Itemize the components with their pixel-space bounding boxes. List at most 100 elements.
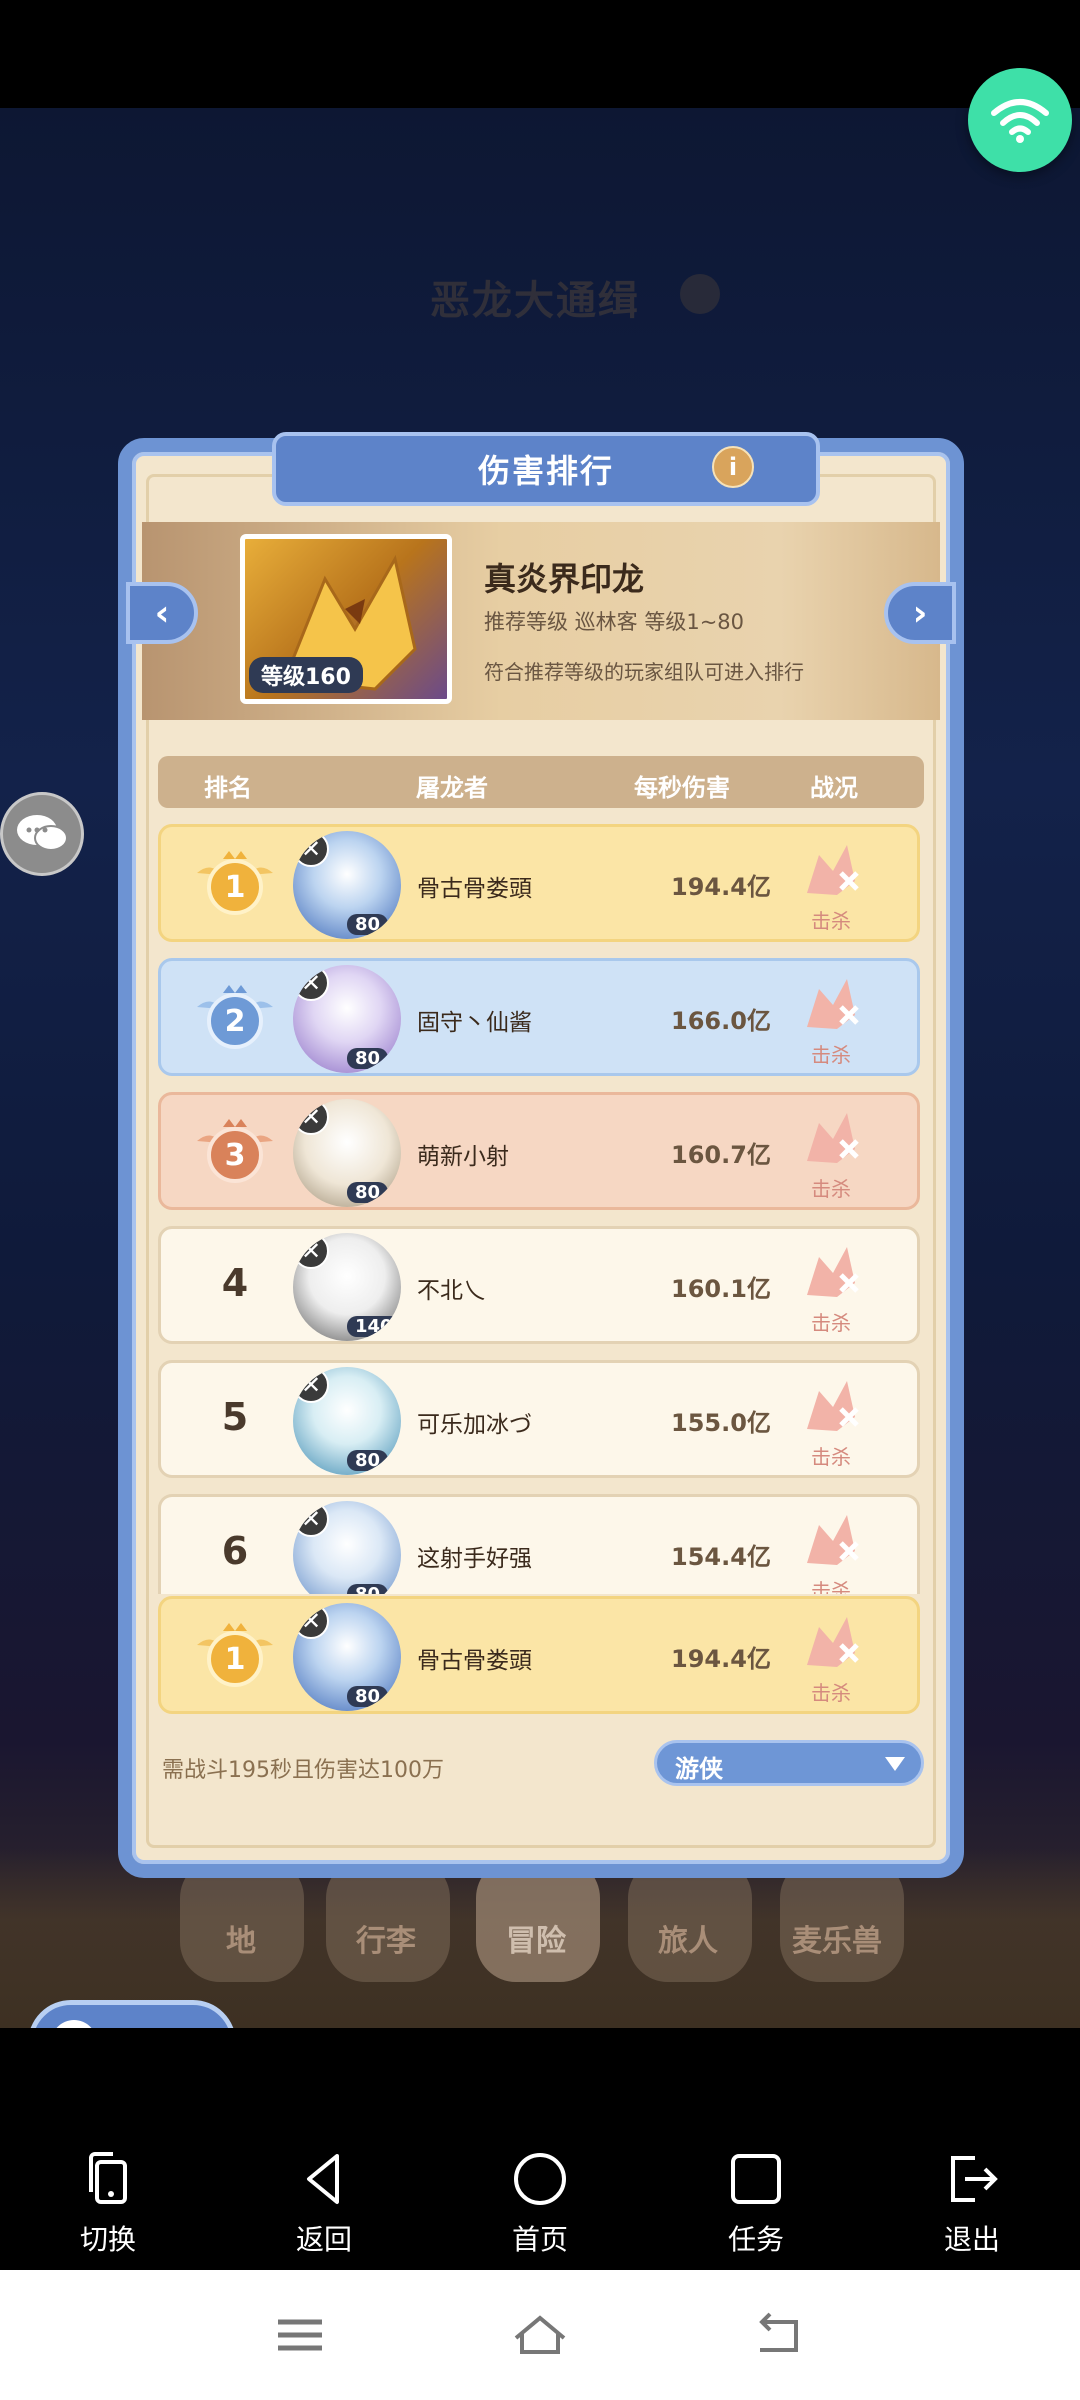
background-title-badge: [680, 274, 720, 314]
player-name: 萌新小射: [417, 1144, 509, 1170]
avatar[interactable]: ✕ 80: [293, 1603, 401, 1711]
rank-number: 5: [221, 1395, 249, 1439]
bronze-medal-icon: 3: [197, 1119, 273, 1183]
dragon-kill-icon: [807, 1381, 859, 1431]
col-dps: 每秒伤害: [634, 774, 730, 802]
class-icon: ✕: [293, 1603, 329, 1639]
kill-label: 击杀: [811, 1311, 851, 1335]
info-icon[interactable]: i: [712, 446, 754, 488]
silver-medal-icon: 2: [197, 985, 273, 1049]
gold-medal-icon: 1: [197, 851, 273, 915]
class-select-value: 游侠: [675, 1755, 723, 1783]
col-rank: 排名: [204, 774, 252, 802]
menu-adventure-label: 冒险: [506, 1924, 566, 1959]
exit-icon: [951, 2156, 998, 2202]
toolbar-back[interactable]: 返回: [254, 2152, 394, 2258]
class-icon: ✕: [293, 965, 329, 1001]
dragon-kill-icon: [807, 845, 859, 895]
class-icon: ✕: [293, 831, 329, 867]
boss-portrait: 等级160: [240, 534, 452, 704]
kill-label: 击杀: [811, 909, 851, 933]
kill-label: 击杀: [811, 1681, 851, 1705]
prev-boss-button[interactable]: ‹: [126, 582, 198, 644]
kill-status: 击杀: [797, 837, 877, 937]
toolbar-switch-label: 切换: [79, 2223, 136, 2256]
ranking-row[interactable]: 4 ✕ 140 不北乀 160.1亿 击杀: [158, 1226, 920, 1344]
ranking-row[interactable]: 2 ✕ 80 固守丶仙酱 166.0亿 击杀: [158, 958, 920, 1076]
player-dps: 194.4亿: [671, 1645, 771, 1673]
kill-status: 击杀: [797, 1373, 877, 1473]
avatar[interactable]: ✕ 80: [293, 965, 401, 1073]
avatar[interactable]: ✕ 80: [293, 1099, 401, 1207]
android-nav-bar: [0, 2270, 1080, 2400]
chat-button[interactable]: [0, 792, 84, 876]
boss-recommend: 推荐等级 巡林客 等级1~80: [484, 610, 745, 634]
back-button-label: 返回: [115, 2023, 171, 2028]
system-toolbar: 切换 返回 首页 任务 退出: [0, 2124, 1080, 2270]
toolbar-switch[interactable]: 切换: [38, 2152, 178, 2258]
avatar[interactable]: ✕ 140: [293, 1233, 401, 1341]
medal-number: 1: [225, 1642, 246, 1677]
chat-icon: [17, 815, 68, 851]
game-view: 恶龙大通缉 地 行李 冒险 旅人 麦乐兽 ‹ 返回 伤害排行 i 等级160 真…: [0, 108, 1080, 2028]
col-result: 战况: [810, 774, 858, 802]
medal-number: 1: [225, 870, 246, 905]
kill-label: 击杀: [811, 1177, 851, 1201]
toolbar-task-label: 任务: [727, 2223, 784, 2256]
player-dps: 160.1亿: [671, 1275, 771, 1303]
avatar[interactable]: ✕ 80: [293, 831, 401, 939]
kill-status: 击杀: [797, 1105, 877, 1205]
player-name: 骨古骨娄頭: [417, 876, 532, 902]
player-level: 80: [347, 1048, 389, 1069]
player-name: 这射手好强: [417, 1546, 532, 1572]
chevron-right-icon: ›: [912, 592, 928, 634]
avatar[interactable]: ✕ 80: [293, 1367, 401, 1475]
my-ranking-row[interactable]: 1 ✕ 80 骨古骨娄頭 194.4亿 击杀: [158, 1596, 920, 1714]
toolbar-task[interactable]: 任务: [686, 2152, 826, 2258]
player-name: 可乐加冰づ: [417, 1412, 532, 1438]
player-level: 80: [347, 1584, 389, 1594]
ranking-column-header: 排名 屠龙者 每秒伤害 战况: [158, 756, 924, 808]
class-icon: ✕: [293, 1367, 329, 1403]
ranking-row[interactable]: 1 ✕ 80 骨古骨娄頭 194.4亿 击杀: [158, 824, 920, 942]
class-icon: ✕: [293, 1099, 329, 1135]
back-icon: [307, 2154, 339, 2204]
nav-back-icon[interactable]: [750, 2310, 810, 2360]
class-icon: ✕: [293, 1501, 329, 1537]
back-button[interactable]: ‹ 返回: [28, 2000, 236, 2028]
toolbar-exit[interactable]: 退出: [902, 2152, 1042, 2258]
boss-banner: 等级160 真炎界印龙 推荐等级 巡林客 等级1~80 符合推荐等级的玩家组队可…: [142, 522, 940, 720]
player-dps: 160.7亿: [671, 1141, 771, 1169]
background-title: 恶龙大通缉: [430, 278, 640, 324]
nav-home-icon[interactable]: [510, 2310, 570, 2360]
toolbar-back-label: 返回: [295, 2223, 352, 2256]
player-dps: 166.0亿: [671, 1007, 771, 1035]
class-select-dropdown[interactable]: 游侠: [654, 1740, 924, 1786]
boss-note: 符合推荐等级的玩家组队可进入排行: [484, 660, 804, 684]
damage-ranking-panel: 伤害排行 i 等级160 真炎界印龙 推荐等级 巡林客 等级1~80 符合推荐等…: [118, 432, 964, 1878]
chevron-left-icon: ‹: [154, 592, 170, 634]
toolbar-home-label: 首页: [511, 2223, 568, 2256]
ranking-row[interactable]: 6 ✕ 80 这射手好强 154.4亿 击杀: [158, 1494, 920, 1594]
toolbar-home[interactable]: 首页: [470, 2152, 610, 2258]
avatar[interactable]: ✕ 80: [293, 1501, 401, 1594]
next-boss-button[interactable]: ›: [884, 582, 956, 644]
requirement-text: 需战斗195秒且伤害达100万: [162, 1758, 444, 1783]
wifi-icon[interactable]: [968, 68, 1072, 172]
player-dps: 155.0亿: [671, 1409, 771, 1437]
toolbar-exit-label: 退出: [943, 2223, 1000, 2256]
medal-number: 3: [225, 1138, 246, 1173]
kill-label: 击杀: [811, 1445, 851, 1469]
menu-land-label: 地: [226, 1924, 256, 1959]
menu-icon[interactable]: [270, 2310, 330, 2360]
ranking-row[interactable]: 5 ✕ 80 可乐加冰づ 155.0亿 击杀: [158, 1360, 920, 1478]
ranking-row[interactable]: 3 ✕ 80 萌新小射 160.7亿 击杀: [158, 1092, 920, 1210]
col-slayer: 屠龙者: [416, 774, 488, 802]
home-icon: [514, 2153, 566, 2205]
kill-label: 击杀: [811, 1043, 851, 1067]
dragon-kill-icon: [807, 1113, 859, 1163]
rank-number: 6: [221, 1529, 249, 1573]
task-icon: [731, 2154, 781, 2204]
panel-header: 伤害排行 i: [272, 432, 820, 506]
kill-label: 击杀: [811, 1579, 851, 1594]
